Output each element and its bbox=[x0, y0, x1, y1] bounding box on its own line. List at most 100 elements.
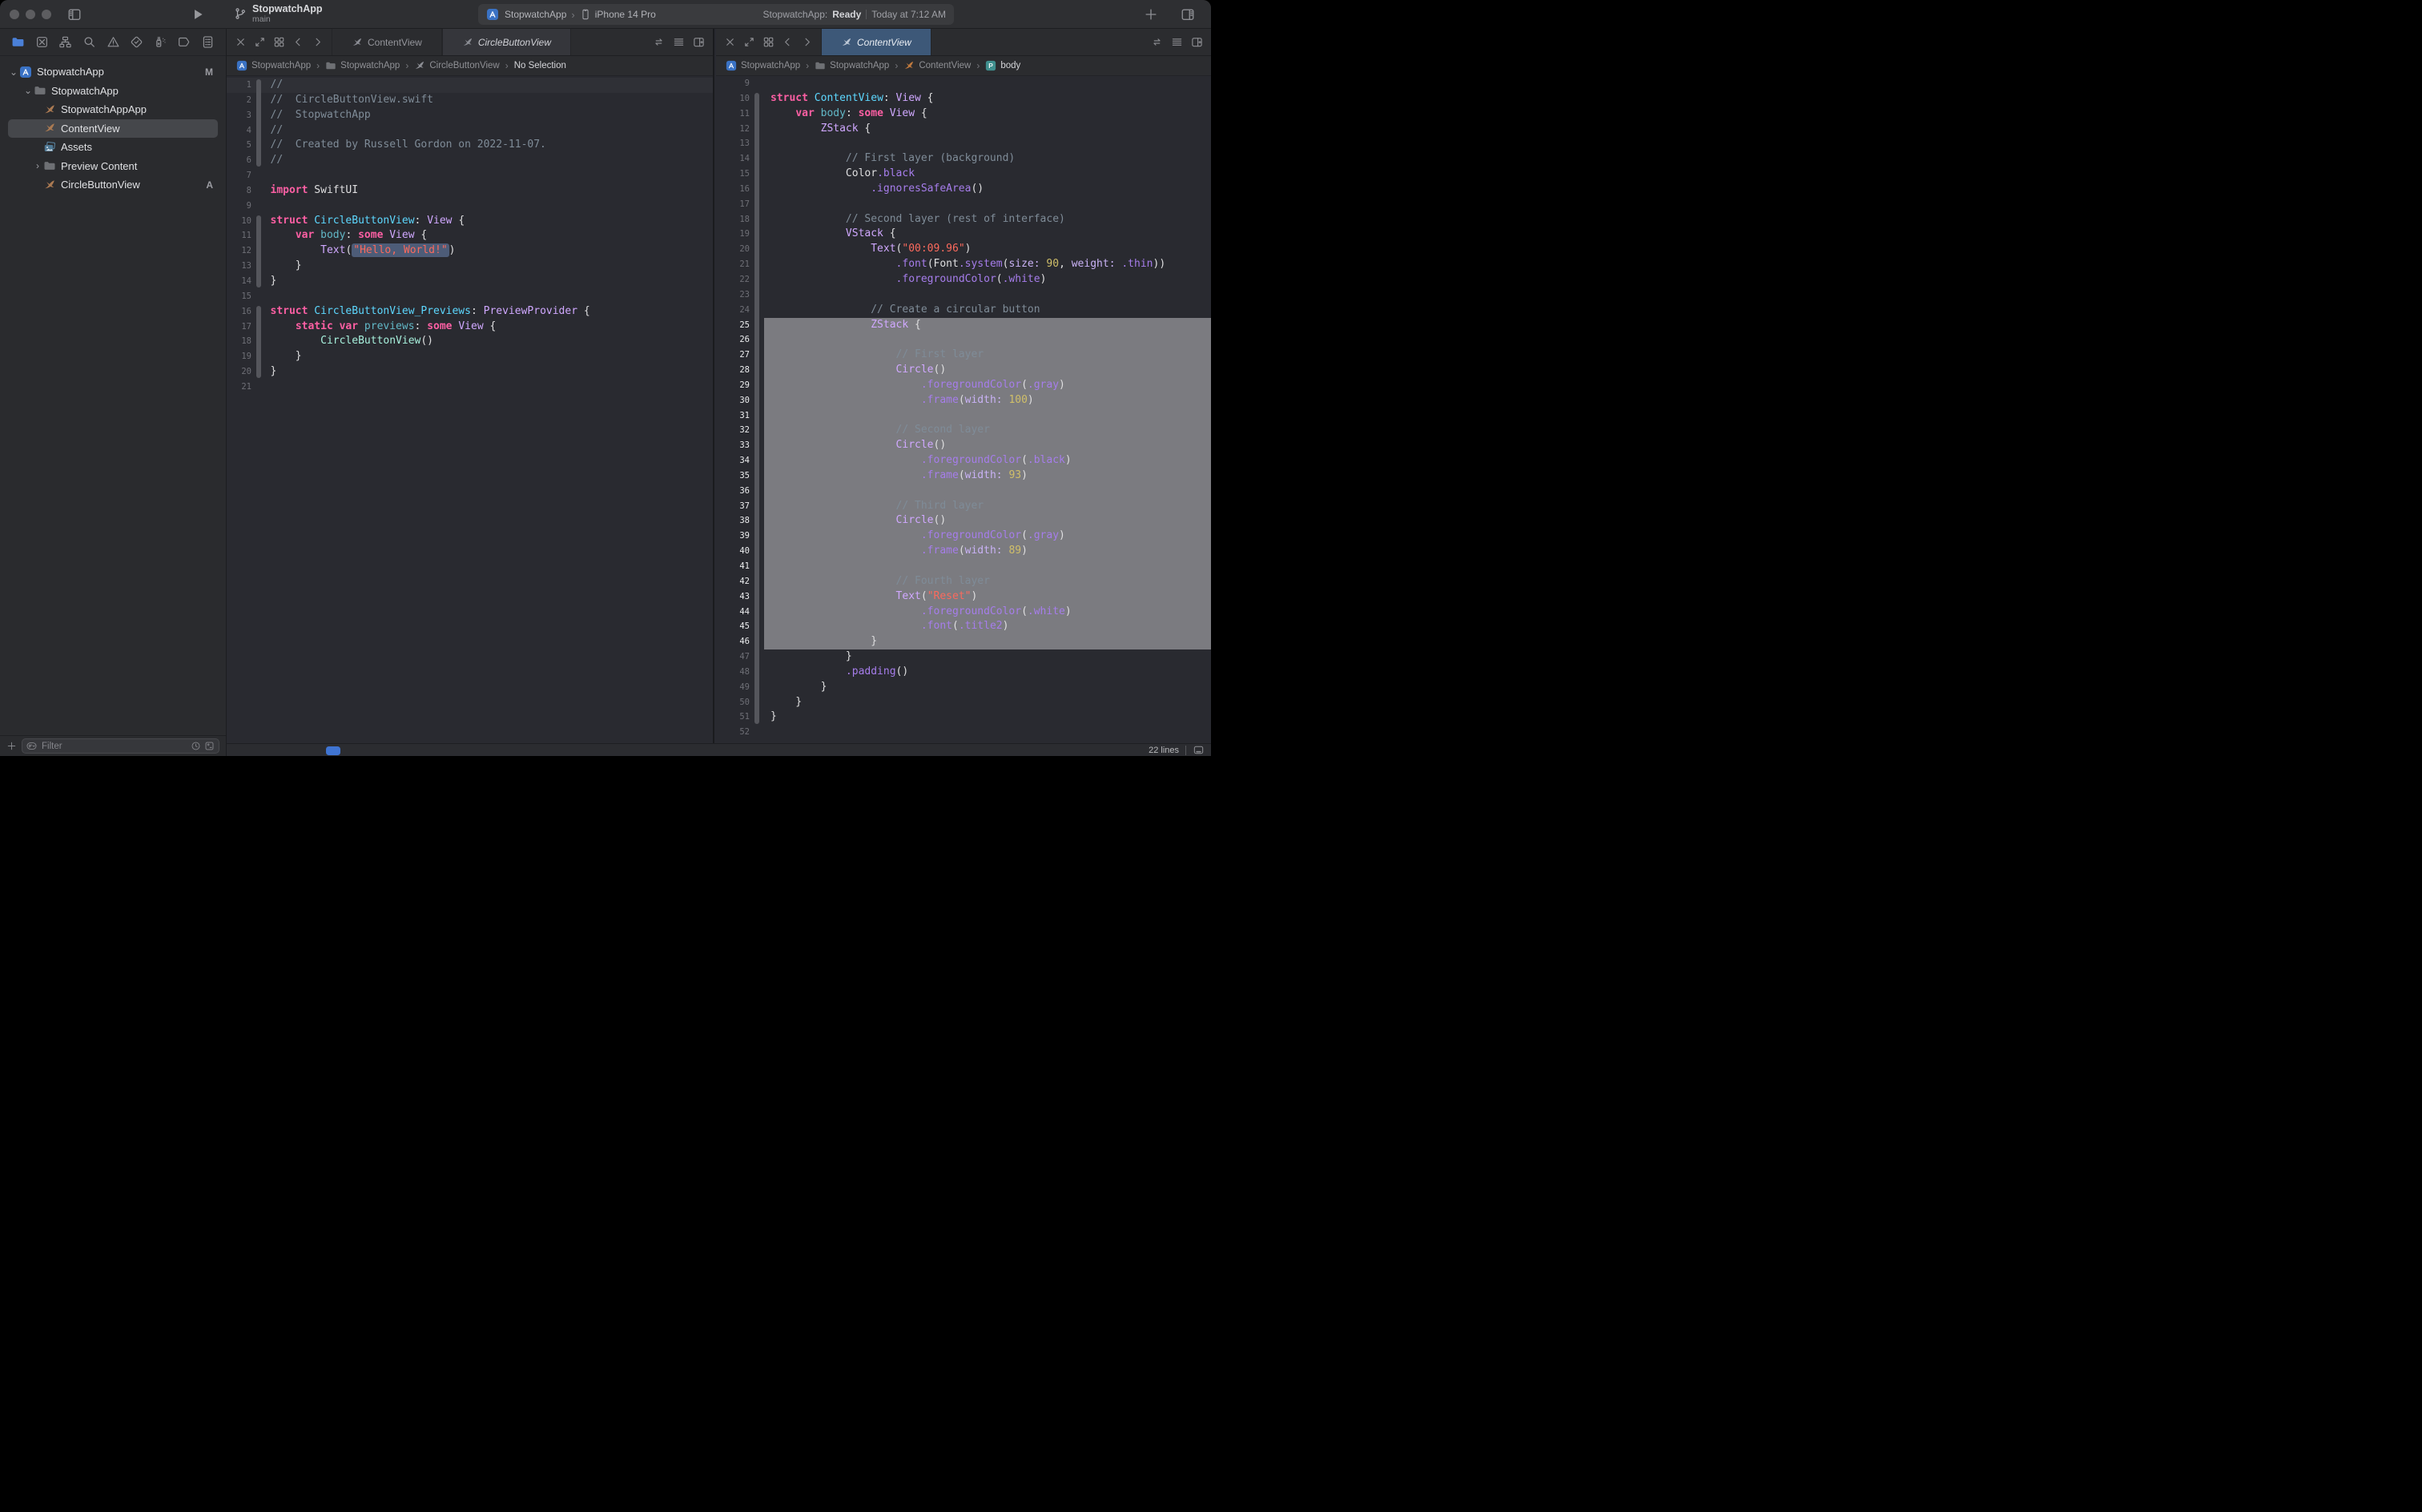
sidebar-item-stopwatchapp[interactable]: ⌄StopwatchAppM bbox=[8, 62, 218, 82]
code-text[interactable]: .frame(width: 93) bbox=[764, 468, 1211, 484]
clock-icon[interactable] bbox=[191, 741, 201, 751]
code-line[interactable]: 21 .font(Font.system(size: 90, weight: .… bbox=[716, 257, 1211, 272]
code-line[interactable]: 21 bbox=[227, 380, 713, 395]
line-number[interactable]: 49 bbox=[716, 680, 750, 695]
code-text[interactable] bbox=[264, 289, 713, 304]
code-line[interactable]: 12 Text("Hello, World!") bbox=[227, 243, 713, 259]
code-line[interactable]: 30 .frame(width: 100) bbox=[716, 393, 1211, 408]
line-number[interactable]: 33 bbox=[716, 438, 750, 453]
code-text[interactable]: // bbox=[264, 153, 713, 168]
code-text[interactable] bbox=[764, 288, 1211, 303]
filter-input[interactable] bbox=[40, 741, 187, 752]
navigator-project-icon[interactable] bbox=[11, 35, 25, 49]
code-text[interactable]: struct CircleButtonView_Previews: Previe… bbox=[264, 304, 713, 320]
code-line[interactable]: 10struct ContentView: View { bbox=[716, 91, 1211, 107]
code-line[interactable]: 49 } bbox=[716, 680, 1211, 695]
code-review-icon[interactable] bbox=[653, 36, 665, 48]
add-editor-icon[interactable] bbox=[1191, 36, 1203, 48]
code-text[interactable]: // Second layer bbox=[764, 423, 1211, 438]
line-number[interactable]: 36 bbox=[716, 484, 750, 499]
code-text[interactable]: Text("Reset") bbox=[764, 589, 1211, 605]
code-text[interactable]: .foregroundColor(.white) bbox=[764, 605, 1211, 620]
code-line[interactable]: 13 } bbox=[227, 259, 713, 274]
code-line[interactable]: 17 bbox=[716, 197, 1211, 212]
code-text[interactable]: // Fourth layer bbox=[764, 574, 1211, 589]
code-text[interactable] bbox=[764, 332, 1211, 348]
code-text[interactable] bbox=[264, 380, 713, 395]
breakpoint-chip-icon[interactable] bbox=[326, 746, 340, 755]
line-number[interactable]: 17 bbox=[227, 320, 251, 335]
close-icon[interactable] bbox=[724, 36, 736, 48]
breadcrumb-item[interactable]: StopwatchApp bbox=[830, 61, 889, 70]
code-text[interactable]: // CircleButtonView.swift bbox=[264, 93, 713, 108]
code-line[interactable]: 47 } bbox=[716, 649, 1211, 665]
code-text[interactable]: Color.black bbox=[764, 167, 1211, 182]
breadcrumb-item[interactable]: StopwatchApp bbox=[251, 61, 311, 70]
breadcrumb-item[interactable]: No Selection bbox=[514, 61, 566, 70]
scheme-project[interactable]: StopwatchApp bbox=[505, 9, 566, 20]
code-text[interactable]: struct CircleButtonView: View { bbox=[264, 214, 713, 229]
code-line[interactable]: 52 bbox=[716, 725, 1211, 740]
code-text[interactable]: Circle() bbox=[764, 513, 1211, 529]
line-number[interactable]: 31 bbox=[716, 408, 750, 424]
navigator-find-icon[interactable] bbox=[82, 35, 96, 49]
line-number[interactable]: 34 bbox=[716, 453, 750, 468]
line-number[interactable]: 18 bbox=[227, 334, 251, 349]
line-number[interactable]: 21 bbox=[716, 257, 750, 272]
navigator-tests-icon[interactable] bbox=[130, 35, 143, 49]
line-number[interactable]: 10 bbox=[227, 214, 251, 229]
line-number[interactable]: 22 bbox=[716, 272, 750, 288]
line-number[interactable]: 14 bbox=[716, 151, 750, 167]
line-number[interactable]: 44 bbox=[716, 605, 750, 620]
code-line[interactable]: 28 Circle() bbox=[716, 363, 1211, 378]
expand-icon[interactable] bbox=[743, 36, 755, 48]
line-number[interactable]: 21 bbox=[227, 380, 251, 395]
code-text[interactable]: var body: some View { bbox=[264, 228, 713, 243]
line-number[interactable]: 29 bbox=[716, 378, 750, 393]
line-number[interactable]: 24 bbox=[716, 303, 750, 318]
code-line[interactable]: 35 .frame(width: 93) bbox=[716, 468, 1211, 484]
line-number[interactable]: 9 bbox=[227, 199, 251, 214]
code-line[interactable]: 13 bbox=[716, 136, 1211, 151]
code-text[interactable] bbox=[764, 484, 1211, 499]
code-line[interactable]: 16 .ignoresSafeArea() bbox=[716, 182, 1211, 197]
code-text[interactable]: .padding() bbox=[764, 665, 1211, 680]
code-line[interactable]: 38 Circle() bbox=[716, 513, 1211, 529]
code-text[interactable]: ZStack { bbox=[764, 318, 1211, 333]
code-line[interactable]: 29 .foregroundColor(.gray) bbox=[716, 378, 1211, 393]
code-text[interactable]: } bbox=[764, 680, 1211, 695]
code-line[interactable]: 20 Text("00:09.96") bbox=[716, 242, 1211, 257]
code-text[interactable]: } bbox=[764, 710, 1211, 725]
code-line[interactable]: 9 bbox=[227, 199, 713, 214]
zoom-window-button[interactable] bbox=[42, 10, 51, 19]
add-editor-icon[interactable] bbox=[693, 36, 705, 48]
code-text[interactable]: Circle() bbox=[764, 438, 1211, 453]
code-text[interactable]: import SwiftUI bbox=[264, 183, 713, 199]
disclosure-down-icon[interactable]: ⌄ bbox=[8, 66, 19, 78]
filter-field[interactable] bbox=[22, 738, 219, 754]
sidebar-item-assets[interactable]: Assets bbox=[8, 138, 218, 157]
code-line[interactable]: 16struct CircleButtonView_Previews: Prev… bbox=[227, 304, 713, 320]
code-text[interactable] bbox=[264, 199, 713, 214]
code-text[interactable]: // Second layer (rest of interface) bbox=[764, 212, 1211, 227]
navigator-debug-icon[interactable] bbox=[154, 35, 167, 49]
code-text[interactable] bbox=[764, 725, 1211, 740]
line-number[interactable]: 2 bbox=[227, 93, 251, 108]
code-line[interactable]: 33 Circle() bbox=[716, 438, 1211, 453]
tab-contentview[interactable]: ContentView bbox=[821, 29, 931, 55]
code-text[interactable]: static var previews: some View { bbox=[264, 320, 713, 335]
code-text[interactable]: // Third layer bbox=[764, 499, 1211, 514]
code-text[interactable] bbox=[764, 136, 1211, 151]
code-text[interactable]: // First layer (background) bbox=[764, 151, 1211, 167]
code-line[interactable]: 44 .foregroundColor(.white) bbox=[716, 605, 1211, 620]
line-number[interactable]: 25 bbox=[716, 318, 750, 333]
code-line[interactable]: 31 bbox=[716, 408, 1211, 424]
breadcrumb-item[interactable]: body bbox=[1000, 61, 1020, 70]
code-line[interactable]: 45 .font(.title2) bbox=[716, 619, 1211, 634]
scheme-selector[interactable]: StopwatchApp › iPhone 14 Pro StopwatchAp… bbox=[478, 4, 954, 25]
code-line[interactable]: 2 // CircleButtonView.swift bbox=[227, 93, 713, 108]
code-line[interactable]: 25 ZStack { bbox=[716, 318, 1211, 333]
code-line[interactable]: 7 bbox=[227, 168, 713, 183]
line-number[interactable]: 4 bbox=[227, 123, 251, 139]
code-text[interactable]: Circle() bbox=[764, 363, 1211, 378]
